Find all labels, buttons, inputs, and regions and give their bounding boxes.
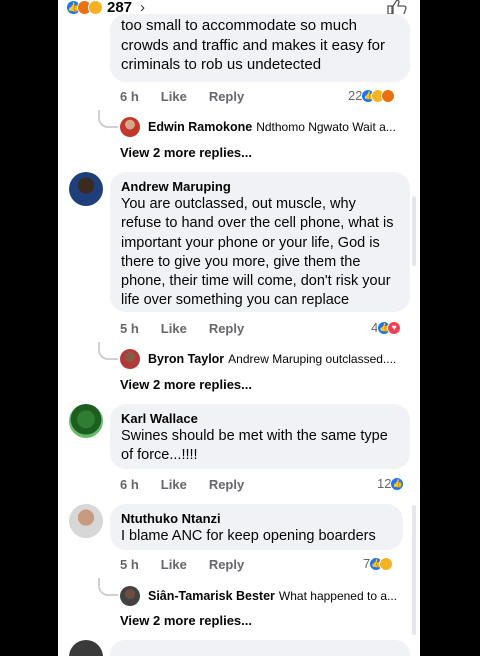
love-reaction-icon: ♥ <box>387 320 402 335</box>
reply-preview[interactable]: Edwin Ramokone Ndthomo Ngwato Wait a... <box>120 117 396 137</box>
comments-screen: 👍 287 › too small to accommodate so much… <box>58 0 420 656</box>
like-reaction-icon: 👍 <box>390 476 405 491</box>
comment-reactions[interactable]: 12 👍 <box>377 476 405 491</box>
like-button-icon[interactable] <box>386 0 408 14</box>
angry-reaction-icon <box>381 88 396 103</box>
view-more-replies[interactable]: View 2 more replies... <box>120 145 252 160</box>
comment-reactions[interactable]: 4 👍 ♥ <box>371 320 402 335</box>
avatar <box>120 586 140 606</box>
avatar <box>120 349 140 369</box>
thread-line <box>98 578 118 596</box>
comment-bubble[interactable]: Karl Wallace Swines should be met with t… <box>110 404 410 469</box>
avatar[interactable] <box>69 172 103 206</box>
avatar[interactable] <box>69 404 103 438</box>
comment-time: 5 h <box>120 557 139 572</box>
comment-bubble[interactable]: too small to accommodate so much crowds … <box>110 14 410 82</box>
like-button[interactable]: Like <box>161 477 187 492</box>
reply-text: Andrew Maruping outclassed.... <box>228 352 397 366</box>
comment-text: You are outclassed, out muscle, why refu… <box>121 196 394 309</box>
thread-line <box>98 110 118 128</box>
reply-button[interactable]: Reply <box>209 557 244 572</box>
comment-reactions[interactable]: 22 👍 <box>348 88 396 103</box>
sad-reaction-icon <box>88 0 103 15</box>
avatar[interactable] <box>69 504 103 538</box>
comment-actions: 6 h Like Reply <box>120 477 266 492</box>
comment-time: 6 h <box>120 89 139 104</box>
avatar[interactable] <box>69 640 103 656</box>
comment-author[interactable]: Andrew Maruping <box>121 178 399 195</box>
post-reactions-bar[interactable]: 👍 287 › <box>58 0 420 16</box>
comment-text: Swines should be met with the same type … <box>121 428 388 464</box>
reaction-icons: 👍 <box>66 0 103 15</box>
like-button[interactable]: Like <box>161 321 187 336</box>
haha-reaction-icon <box>379 556 394 571</box>
like-button[interactable]: Like <box>161 89 187 104</box>
reply-button[interactable]: Reply <box>209 89 244 104</box>
comment-author[interactable]: Ntuthuko Ntanzi <box>121 510 392 527</box>
comment-bubble[interactable]: Ntuthuko Ntanzi I blame ANC for keep ope… <box>110 504 403 550</box>
view-more-replies[interactable]: View 2 more replies... <box>120 613 252 628</box>
comment-bubble[interactable]: Andrew Maruping You are outclassed, out … <box>110 172 410 312</box>
like-button[interactable]: Like <box>161 557 187 572</box>
reply-preview[interactable]: Byron Taylor Andrew Maruping outclassed.… <box>120 349 396 369</box>
reply-text: Ndthomo Ngwato Wait a... <box>256 120 396 134</box>
reply-button[interactable]: Reply <box>209 321 244 336</box>
reply-author[interactable]: Byron Taylor <box>148 352 224 366</box>
comment-time: 5 h <box>120 321 139 336</box>
view-more-replies[interactable]: View 2 more replies... <box>120 377 252 392</box>
thread-line <box>98 342 118 360</box>
comment-bubble[interactable] <box>110 640 410 656</box>
comment-author[interactable]: Karl Wallace <box>121 410 399 427</box>
avatar <box>120 117 140 137</box>
scrollbar[interactable] <box>412 196 416 266</box>
comment-time: 6 h <box>120 477 139 492</box>
comment-reactions[interactable]: 7 👍 <box>363 556 394 571</box>
reply-preview[interactable]: Siân-Tamarisk Bester What happened to a.… <box>120 586 397 606</box>
comment-actions: 6 h Like Reply <box>120 89 266 104</box>
comment-actions: 5 h Like Reply <box>120 557 266 572</box>
reply-button[interactable]: Reply <box>209 477 244 492</box>
comment-text: too small to accommodate so much crowds … <box>121 17 386 73</box>
comment-text: I blame ANC for keep opening boarders <box>121 528 376 544</box>
reply-author[interactable]: Siân-Tamarisk Bester <box>148 589 275 603</box>
reply-author[interactable]: Edwin Ramokone <box>148 120 252 134</box>
scrollbar[interactable] <box>412 505 416 635</box>
comment-actions: 5 h Like Reply <box>120 321 266 336</box>
reply-text: What happened to a... <box>278 589 398 603</box>
